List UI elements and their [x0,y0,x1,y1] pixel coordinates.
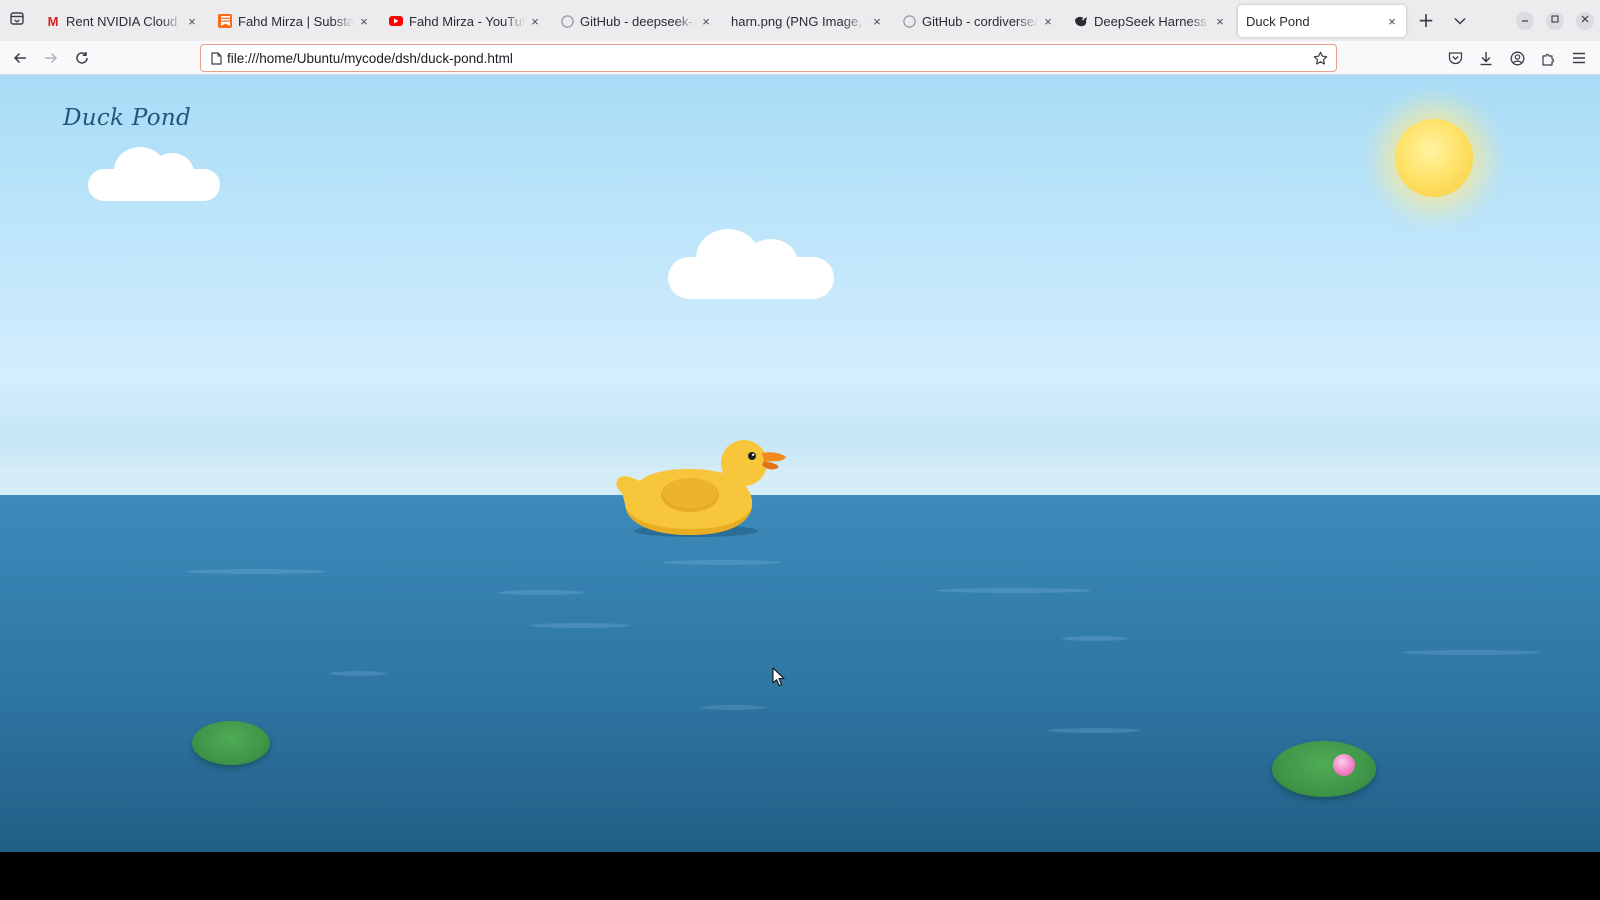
chevron-down-icon[interactable] [1448,9,1472,33]
menu-icon[interactable] [1568,47,1590,69]
tab-bar: M Rent NVIDIA Cloud GPUs × Fahd Mirza | … [0,0,1600,41]
mouse-cursor-icon [772,667,785,687]
water-ripple [186,569,326,574]
m-logo-icon: M [47,13,59,29]
close-tab-icon[interactable]: × [527,14,543,29]
close-window-button[interactable] [1576,12,1594,30]
bookmark-star-icon[interactable] [1310,48,1330,68]
tab-title: Duck Pond [1246,13,1310,29]
substack-icon [218,14,232,28]
close-tab-icon[interactable]: × [1384,14,1400,29]
lotus-flower [1333,754,1355,776]
restore-button[interactable] [1546,12,1564,30]
page-icon [209,51,223,65]
address-bar[interactable] [200,44,1337,72]
tab-deepseek-harness[interactable]: DeepSeek Harness × [1066,6,1234,36]
tab-harn-png[interactable]: harn.png (PNG Image, 6 × [723,6,891,36]
tab-title: DeepSeek Harness [1094,13,1207,29]
youtube-icon [389,16,403,26]
navigation-toolbar [0,41,1600,75]
cloud [668,227,834,299]
water-ripple [700,705,766,710]
tab-title: harn.png (PNG Image, 6 [731,13,867,29]
github-icon [902,14,916,28]
close-tab-icon[interactable]: × [869,14,885,29]
page-title: Duck Pond [63,105,192,131]
tab-youtube[interactable]: Fahd Mirza - YouTube × [381,6,549,36]
water-ripple [662,560,782,565]
water-ripple [1048,728,1140,733]
tab-rent-nvidia[interactable]: M Rent NVIDIA Cloud GPUs × [38,6,206,36]
water-ripple [498,590,584,595]
close-tab-icon[interactable]: × [698,14,714,29]
close-tab-icon[interactable]: × [1212,14,1228,29]
account-icon[interactable] [1506,47,1528,69]
page-viewport: Duck Pond [0,75,1600,852]
close-tab-icon[interactable]: × [184,14,200,29]
github-icon [560,14,574,28]
horizon-haze [0,467,1600,497]
url-input[interactable] [227,47,1287,69]
tab-github-cordiverse[interactable]: GitHub - cordiverse/ × [894,6,1062,36]
water-ripple [330,671,386,676]
tab-list-icon[interactable] [6,10,28,32]
new-tab-button[interactable]: + [1414,9,1438,33]
lily-pad [192,721,270,765]
tab-title: Fahd Mirza | Substack [238,13,354,29]
tab-title: GitHub - deepseek-ai [580,13,696,29]
water-ripple [530,623,630,628]
pocket-icon[interactable] [1444,47,1466,69]
tab-title: Fahd Mirza - YouTube [409,13,525,29]
close-tab-icon[interactable]: × [356,14,372,29]
duck[interactable] [612,435,792,545]
close-tab-icon[interactable]: × [1040,14,1056,29]
forward-arrow-icon[interactable] [40,47,62,69]
water-ripple [1062,636,1128,641]
lily-pad [1272,741,1376,797]
water-ripple [1402,650,1540,655]
tab-substack[interactable]: Fahd Mirza | Substack × [210,6,378,36]
tab-title: GitHub - cordiverse/ [922,13,1038,29]
minimize-button[interactable] [1516,12,1534,30]
tab-duck-pond[interactable]: Duck Pond × [1238,5,1406,37]
tab-title: Rent NVIDIA Cloud GPUs [66,13,182,29]
tab-github-deepseek[interactable]: GitHub - deepseek-ai × [552,6,720,36]
cloud [88,141,220,201]
pond-water [0,495,1600,852]
reload-icon[interactable] [71,47,93,69]
download-icon[interactable] [1475,47,1497,69]
extensions-icon[interactable] [1537,47,1559,69]
back-arrow-icon[interactable] [9,47,31,69]
sun [1395,119,1473,197]
deepseek-icon [1074,14,1088,28]
water-ripple [936,588,1092,593]
